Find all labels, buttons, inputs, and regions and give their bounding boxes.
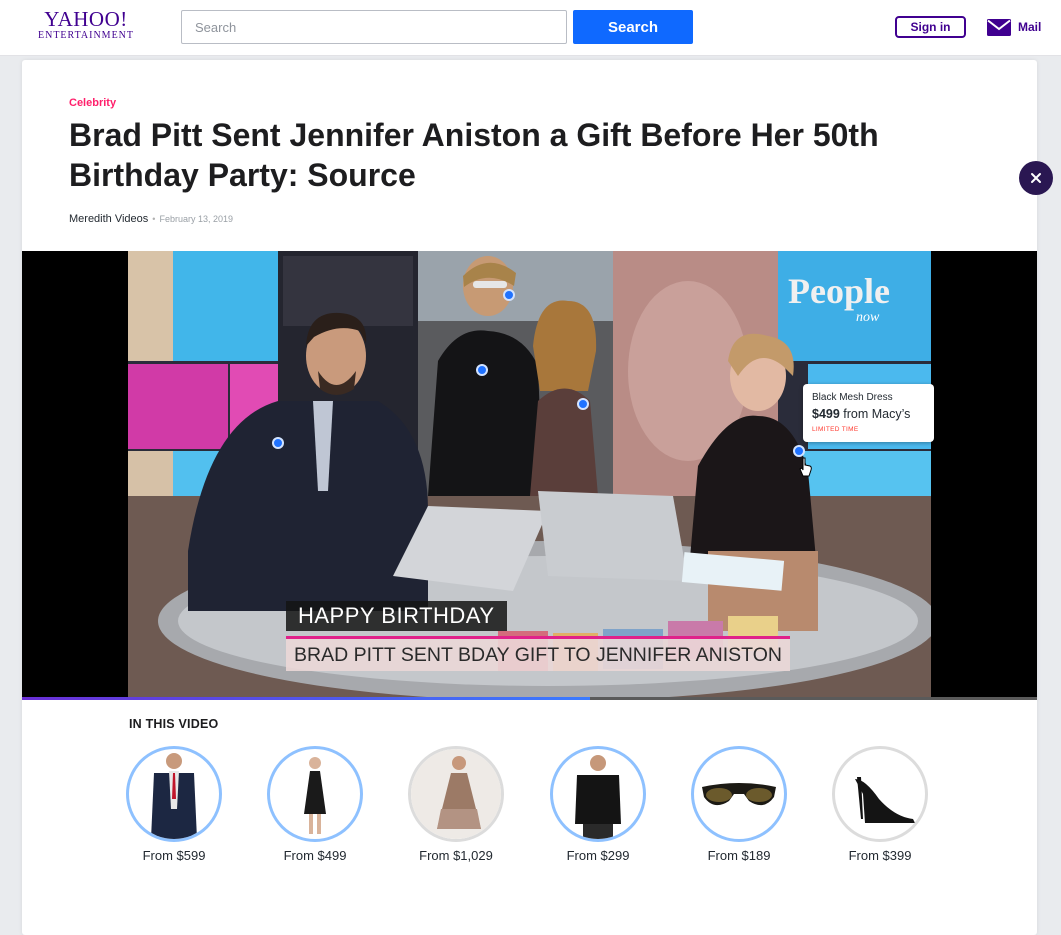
sign-in-button[interactable]: Sign in — [895, 16, 966, 38]
product-item[interactable]: From $189 — [688, 746, 788, 866]
product-hotspot-suit[interactable] — [272, 437, 284, 449]
byline-separator: • — [152, 214, 156, 224]
logo-sub-text: ENTERTAINMENT — [37, 30, 135, 41]
suit-icon — [151, 753, 197, 839]
publish-date: February 13, 2019 — [159, 214, 233, 224]
sequin-dress-icon — [411, 749, 501, 839]
product-item[interactable]: From $1,029 — [405, 746, 505, 866]
logo-main-text: YAHOO! — [44, 7, 128, 31]
product-thumbnail — [832, 746, 928, 842]
product-thumbnail — [408, 746, 504, 842]
product-item[interactable]: From $499 — [264, 746, 364, 866]
black-shirt-icon — [575, 755, 621, 839]
top-header: YAHOO! ENTERTAINMENT Search Sign in Mail — [0, 0, 1061, 56]
product-tooltip[interactable]: Black Mesh Dress $499 from Macy’s LIMITE… — [803, 384, 934, 442]
video-progress-fill — [22, 697, 591, 700]
article-headline: Brad Pitt Sent Jennifer Aniston a Gift B… — [69, 117, 879, 193]
product-thumbnail — [267, 746, 363, 842]
close-icon — [1031, 173, 1041, 183]
product-hotspot-shirt[interactable] — [476, 364, 488, 376]
product-price: From $499 — [283, 848, 347, 863]
tooltip-product-name: Black Mesh Dress — [812, 392, 893, 403]
product-price: From $299 — [566, 848, 630, 863]
black-dress-icon — [304, 757, 326, 834]
people-now-logo: People — [788, 271, 890, 311]
product-thumbnail — [691, 746, 787, 842]
tooltip-limited-badge: LIMITED TIME — [812, 426, 859, 433]
product-hotspot-sequin-dress[interactable] — [577, 398, 589, 410]
tooltip-retailer: from Macy’s — [843, 407, 911, 421]
product-hotspot-black-dress[interactable] — [793, 445, 805, 457]
high-heel-icon — [855, 777, 915, 823]
cursor-icon — [799, 457, 812, 477]
product-hotspot-sunglasses[interactable] — [503, 289, 515, 301]
product-thumbnail — [550, 746, 646, 842]
tooltip-price: $499 from Macy’s — [812, 407, 910, 421]
mail-label: Mail — [1018, 20, 1042, 34]
product-item[interactable]: From $299 — [547, 746, 647, 866]
mail-link[interactable]: Mail — [987, 17, 1041, 37]
svg-text:now: now — [856, 310, 880, 325]
product-price: From $599 — [142, 848, 206, 863]
tooltip-price-value: $499 — [812, 407, 840, 421]
byline: Meredith Videos • February 13, 2019 — [69, 213, 233, 225]
video-player[interactable]: People now HAPPY BIRTHDAY BRAD PITT SENT… — [22, 251, 1037, 700]
search-button[interactable]: Search — [573, 10, 693, 44]
video-caption-top: HAPPY BIRTHDAY — [286, 601, 507, 631]
mail-icon — [987, 18, 1011, 36]
product-price: From $189 — [707, 848, 771, 863]
search-input[interactable] — [181, 10, 567, 44]
product-price: From $1,029 — [419, 848, 493, 863]
video-progress-bar[interactable] — [22, 697, 1037, 700]
category-label[interactable]: Celebrity — [69, 97, 116, 109]
yahoo-entertainment-logo[interactable]: YAHOO! ENTERTAINMENT — [36, 8, 136, 44]
article-card: Celebrity Brad Pitt Sent Jennifer Anisto… — [22, 60, 1037, 935]
product-item[interactable]: From $399 — [829, 746, 929, 866]
close-button[interactable] — [1019, 161, 1053, 195]
sunglasses-icon — [702, 783, 776, 806]
product-item[interactable]: From $599 — [123, 746, 223, 866]
product-price: From $399 — [848, 848, 912, 863]
product-thumbnail — [126, 746, 222, 842]
video-caption-bottom: BRAD PITT SENT BDAY GIFT TO JENNIFER ANI… — [286, 636, 790, 671]
in-this-video-heading: IN THIS VIDEO — [129, 717, 219, 731]
author-name[interactable]: Meredith Videos — [69, 213, 148, 225]
